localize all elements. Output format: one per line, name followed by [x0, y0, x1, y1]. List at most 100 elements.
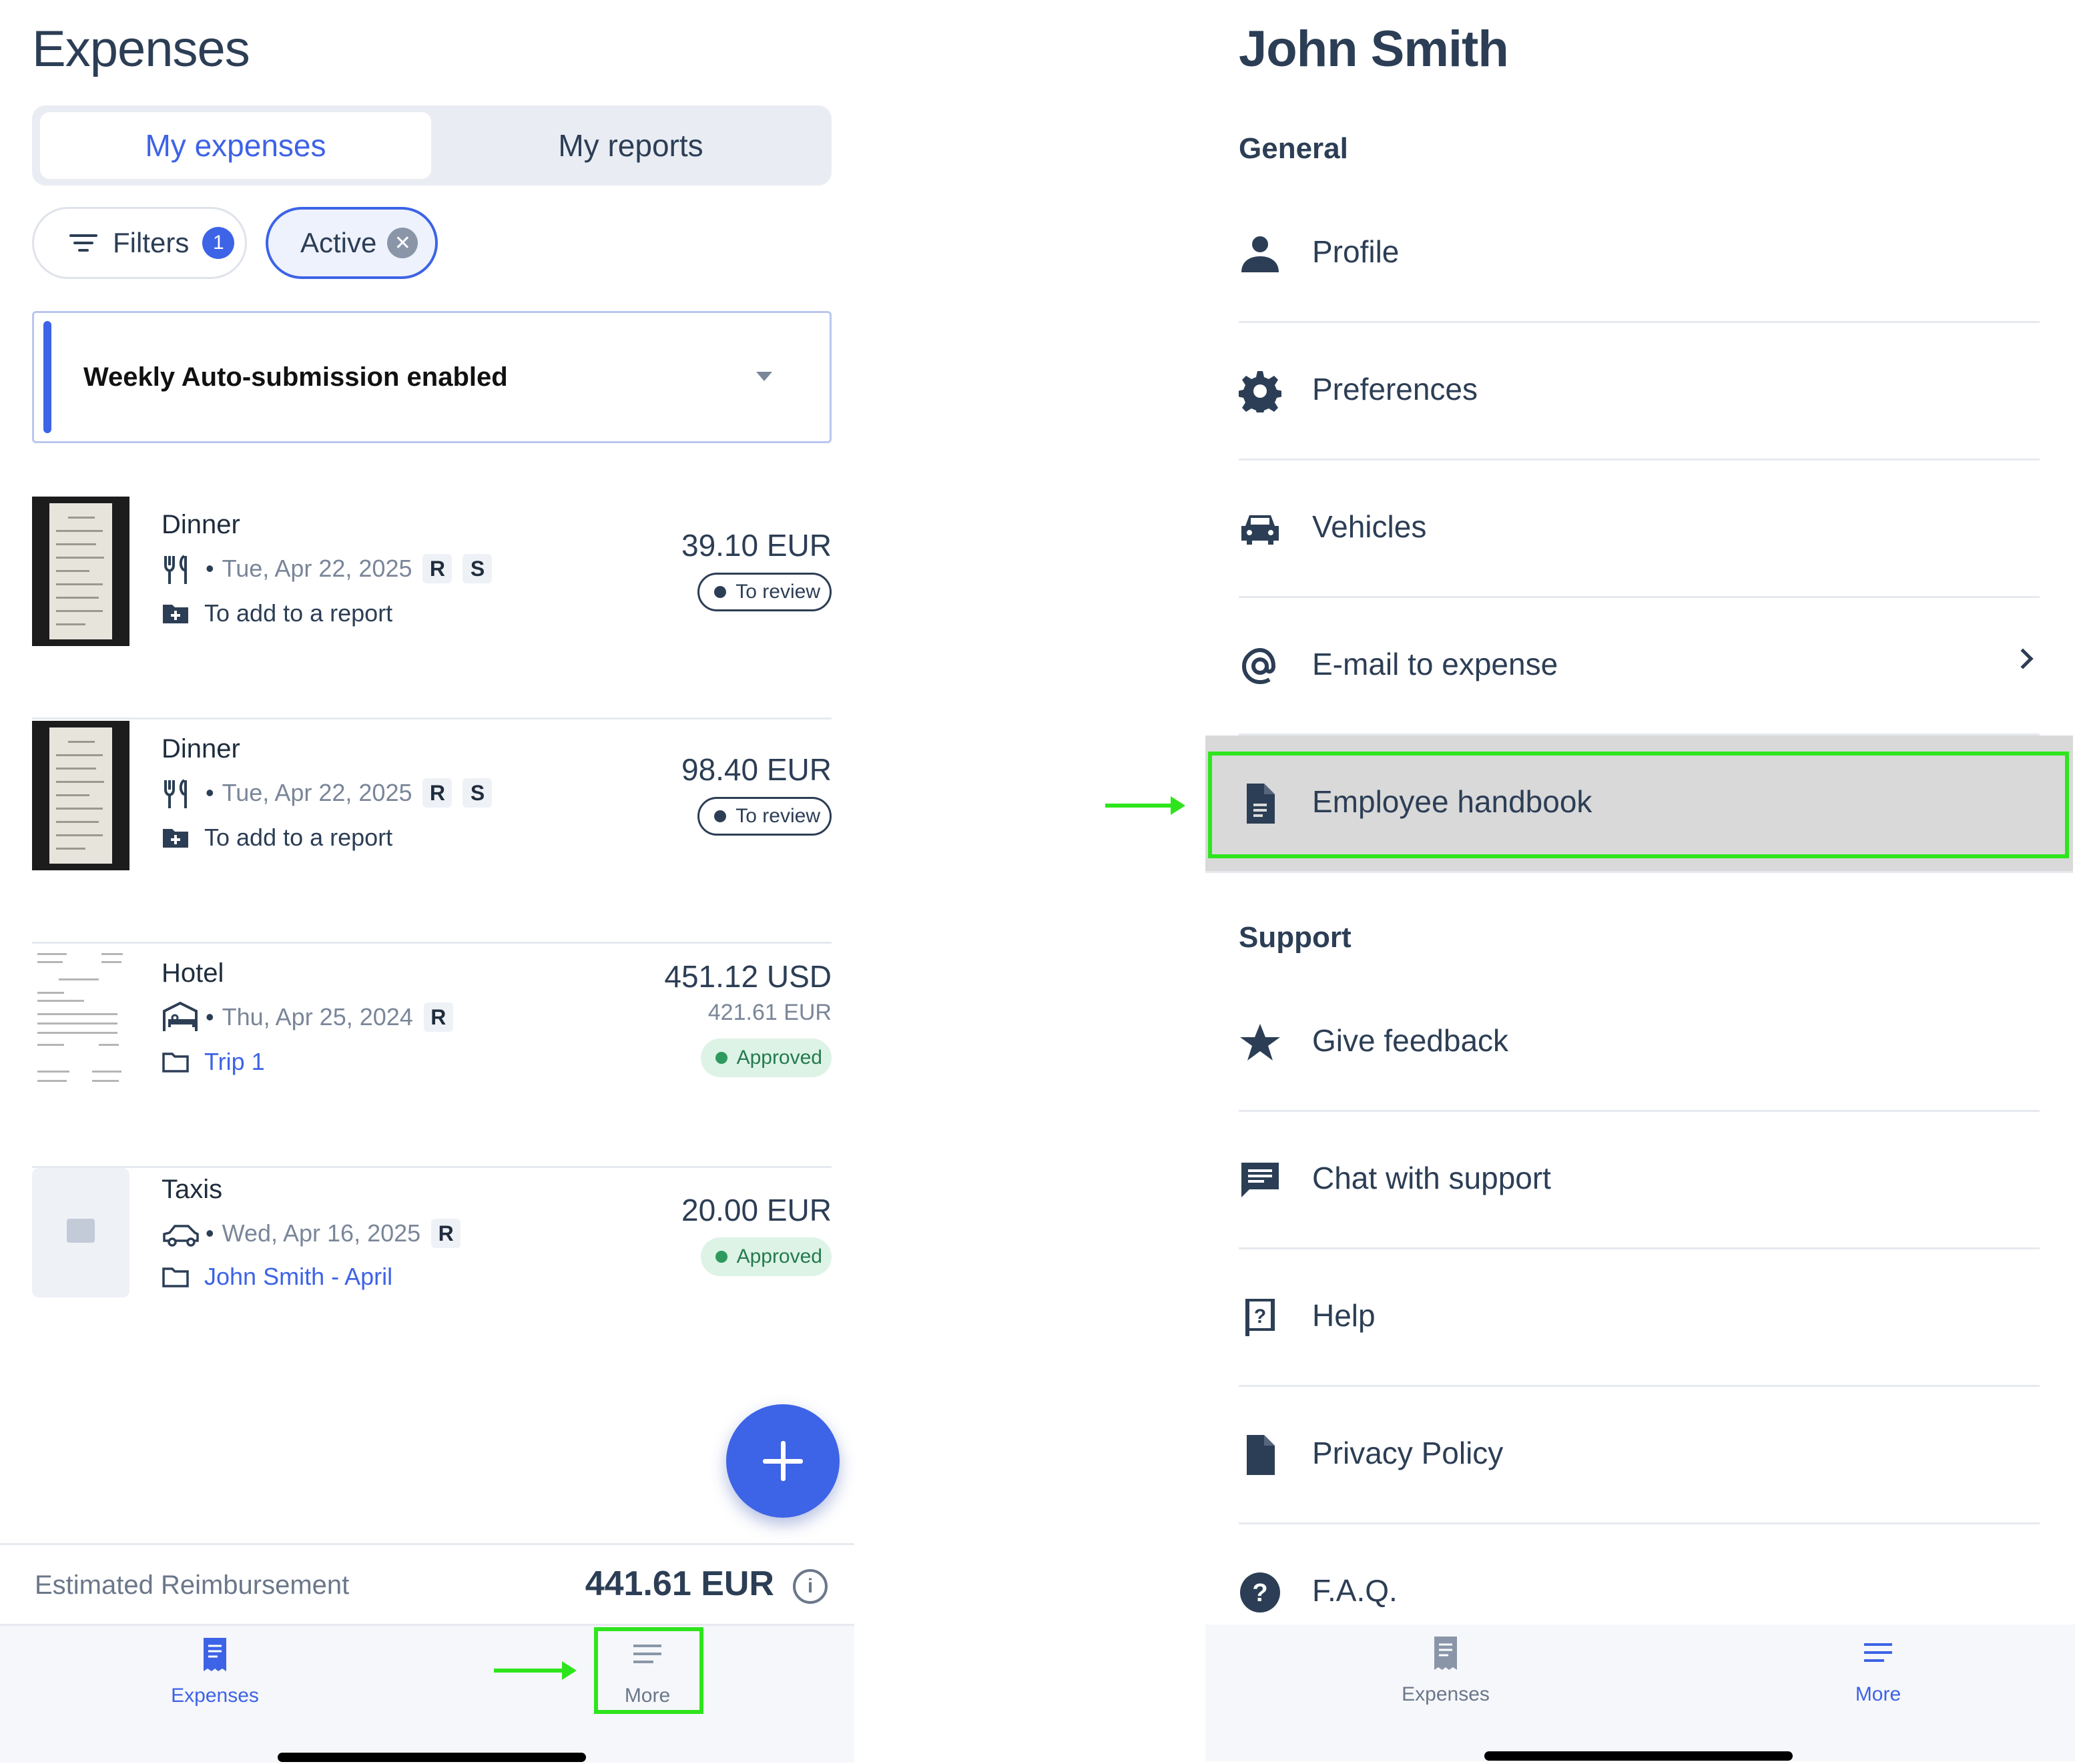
expense-meta: • Wed, Apr 16, 2025 R: [162, 1215, 461, 1252]
arrow-icon: [1105, 796, 1185, 815]
more-screen: John Smith General Profile Preferences V…: [1205, 0, 2075, 1764]
expenses-screen: Expenses My expenses My reports Filters …: [0, 0, 854, 1764]
expense-amount: 39.10 EUR: [681, 528, 832, 563]
star-icon: [1240, 1024, 1280, 1061]
receipt-tag: R: [422, 554, 453, 583]
chevron-right-icon: [2012, 648, 2034, 669]
fork-knife-icon: [164, 779, 187, 808]
arrow-icon: [494, 1661, 577, 1680]
menu-item-label: E-mail to expense: [1312, 647, 1558, 681]
add-to-report-icon: [163, 829, 188, 848]
tab-my-expenses[interactable]: My expenses: [40, 112, 431, 179]
receipt-thumbnail[interactable]: [32, 944, 129, 1093]
bottom-tab-bar: Expenses More: [0, 1626, 854, 1763]
page-title: John Smith: [1239, 21, 1509, 77]
expense-title: Dinner: [162, 510, 240, 539]
menu-item-vehicles[interactable]: Vehicles: [1239, 461, 2040, 598]
tab-expenses-label: Expenses: [1402, 1683, 1490, 1705]
report-label: To add to a report: [204, 824, 393, 851]
file-icon: [1247, 1435, 1275, 1475]
folder-icon: [162, 1053, 189, 1073]
receipt-icon: [1434, 1637, 1457, 1670]
expense-report[interactable]: Trip 1: [162, 1048, 265, 1076]
expense-amount: 98.40 EUR: [681, 752, 832, 787]
menu-item-label: F.A.Q.: [1312, 1573, 1398, 1608]
tab-my-reports[interactable]: My reports: [435, 112, 826, 179]
menu-item-privacy-policy[interactable]: Privacy Policy: [1239, 1387, 2040, 1524]
tab-more-label: More: [1855, 1683, 1901, 1705]
menu-item-label: Preferences: [1312, 372, 1478, 406]
receipt-tag: R: [431, 1219, 461, 1248]
expense-date: Wed, Apr 16, 2025: [222, 1219, 421, 1247]
receipt-tag: R: [423, 1002, 453, 1032]
split-tag: S: [463, 778, 493, 808]
split-tag: S: [463, 554, 493, 583]
tab-expenses[interactable]: Expenses: [148, 1635, 282, 1707]
reimbursement-bar: Estimated Reimbursement 441.61 EUR i: [0, 1543, 854, 1626]
section-heading-support: Support: [1239, 921, 1352, 954]
tab-expenses[interactable]: Expenses: [1379, 1634, 1512, 1706]
gear-icon: [1239, 371, 1281, 412]
tab-more[interactable]: More: [1811, 1634, 1945, 1706]
filters-button[interactable]: Filters 1: [32, 207, 247, 279]
expense-meta: • Tue, Apr 22, 2025 R S: [162, 774, 493, 812]
report-label: Trip 1: [204, 1048, 265, 1075]
menu-item-label: Help: [1312, 1298, 1376, 1333]
expense-row[interactable]: Taxis • Wed, Apr 16, 2025 R John Smith -…: [32, 1168, 832, 1392]
image-icon: [67, 1219, 95, 1243]
expense-meta: • Thu, Apr 25, 2024 R: [162, 998, 453, 1036]
svg-text:?: ?: [1252, 1579, 1267, 1607]
status-badge: To review: [697, 573, 832, 611]
info-icon[interactable]: i: [793, 1569, 828, 1604]
menu-item-chat-with-support[interactable]: Chat with support: [1239, 1112, 2040, 1249]
expense-row[interactable]: Hotel • Thu, Apr 25, 2024 R Trip 1 451.1…: [32, 944, 832, 1168]
question-circle-icon: ?: [1240, 1572, 1280, 1612]
auto-submission-banner[interactable]: Weekly Auto-submission enabled: [32, 311, 832, 443]
bed-icon: [163, 1001, 198, 1031]
image-placeholder[interactable]: [32, 1168, 129, 1297]
filters-label: Filters: [113, 227, 190, 258]
menu-item-give-feedback[interactable]: Give feedback: [1239, 974, 2040, 1112]
home-indicator: [1484, 1751, 1793, 1761]
expense-report[interactable]: John Smith - April: [162, 1263, 392, 1291]
tab-expenses-label: Expenses: [171, 1685, 259, 1707]
expense-title: Hotel: [162, 958, 224, 988]
banner-accent-bar: [43, 321, 51, 433]
chat-icon: [1241, 1163, 1279, 1197]
menu-item-label: Give feedback: [1312, 1023, 1509, 1058]
expense-amount: 20.00 EUR: [681, 1193, 832, 1227]
report-label: John Smith - April: [204, 1263, 393, 1290]
menu-item-label: Profile: [1312, 234, 1400, 269]
receipt-icon: [204, 1638, 226, 1671]
menu-item-help[interactable]: ? Help: [1239, 1249, 2040, 1387]
status-badge: To review: [697, 797, 832, 836]
receipt-thumbnail[interactable]: [32, 497, 129, 646]
add-expense-button[interactable]: [726, 1404, 840, 1518]
banner-text: Weekly Auto-submission enabled: [83, 362, 508, 392]
menu-item-profile[interactable]: Profile: [1239, 186, 2040, 323]
chevron-down-icon[interactable]: [756, 372, 772, 381]
close-icon[interactable]: ✕: [387, 228, 418, 258]
report-label: To add to a report: [204, 599, 393, 627]
menu-item-email-to-expense[interactable]: E-mail to expense: [1239, 598, 2040, 736]
segmented-control: My expenses My reports: [32, 105, 832, 186]
car-icon: [163, 1225, 199, 1247]
expense-row[interactable]: Dinner • Tue, Apr 22, 2025 R S To add to…: [32, 719, 832, 944]
menu-item-label: Privacy Policy: [1312, 1436, 1504, 1470]
expense-report: To add to a report: [162, 824, 392, 852]
active-filter-label: Active: [300, 227, 377, 258]
active-filter-chip[interactable]: Active ✕: [266, 207, 438, 279]
highlight-box: [594, 1627, 703, 1714]
menu-item-preferences[interactable]: Preferences: [1239, 323, 2040, 461]
filter-icon: [69, 233, 98, 253]
receipt-thumbnail[interactable]: [32, 721, 129, 870]
svg-text:?: ?: [1254, 1305, 1266, 1328]
expense-amount: 451.12 USD: [664, 959, 832, 994]
expense-row[interactable]: Dinner • Tue, Apr 22, 2025 R S To add to…: [32, 495, 832, 719]
expense-date: Thu, Apr 25, 2024: [222, 1003, 413, 1031]
section-heading-general: General: [1239, 132, 1348, 165]
expense-date: Tue, Apr 22, 2025: [222, 779, 412, 806]
at-sign-icon: [1241, 647, 1276, 685]
fork-knife-icon: [164, 555, 187, 584]
help-book-icon: ?: [1245, 1299, 1275, 1336]
